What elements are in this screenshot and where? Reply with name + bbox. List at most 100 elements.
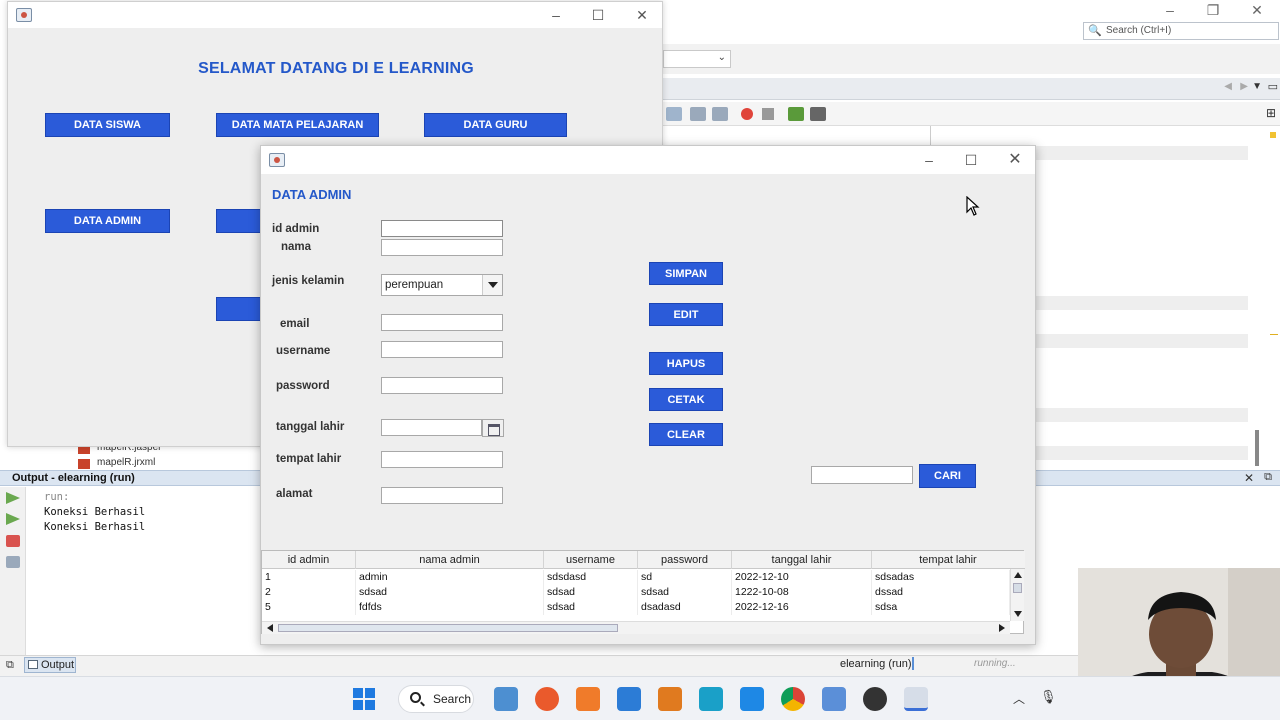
alamat-field[interactable] bbox=[381, 487, 503, 504]
column-header[interactable]: tanggal lahir bbox=[732, 551, 872, 569]
output-gutter bbox=[0, 487, 26, 655]
taskbar-app-obs-icon[interactable] bbox=[863, 687, 887, 711]
taskbar-app-xampp-icon[interactable] bbox=[576, 687, 600, 711]
simpan-button[interactable]: SIMPAN bbox=[649, 262, 723, 285]
calendar-icon[interactable] bbox=[482, 419, 504, 437]
column-header[interactable]: id admin bbox=[262, 551, 356, 569]
minimize-icon[interactable]: – bbox=[911, 146, 947, 174]
split-editor-icon[interactable]: ⊞ bbox=[1266, 106, 1276, 120]
column-header[interactable]: password bbox=[638, 551, 732, 569]
taskbar-app-snipping-icon[interactable] bbox=[494, 687, 518, 711]
maximize-editor-icon[interactable]: ▭ bbox=[1268, 80, 1278, 93]
taskbar-app-sublime-icon[interactable] bbox=[658, 687, 682, 711]
rerun-with-args-icon[interactable] bbox=[6, 513, 20, 525]
ide-minimize-icon[interactable]: – bbox=[1155, 2, 1185, 18]
main-window-titlebar[interactable]: – ☐ ✕ bbox=[8, 2, 662, 28]
clear-button[interactable]: CLEAR bbox=[649, 423, 723, 446]
table-vertical-scrollbar[interactable] bbox=[1010, 569, 1024, 621]
tree-item[interactable]: mapelR.jrxml bbox=[97, 457, 155, 468]
taskbar-search-button[interactable]: Search bbox=[398, 685, 474, 713]
toolbar-next-icon[interactable] bbox=[712, 107, 728, 121]
restore-panel-icon[interactable]: ⧉ bbox=[1264, 471, 1272, 484]
ide-close-icon[interactable]: ✕ bbox=[1242, 2, 1272, 19]
taskbar-app-pen-icon[interactable] bbox=[535, 687, 559, 711]
windows-taskbar: Search ︿ 🎙 bbox=[0, 676, 1280, 720]
dropdown-arrow-icon[interactable] bbox=[482, 275, 502, 295]
scroll-right-icon[interactable] bbox=[999, 624, 1005, 632]
toolbar-find-icon[interactable] bbox=[666, 107, 682, 121]
editor-scrollbar[interactable] bbox=[1255, 430, 1259, 466]
label-password: password bbox=[276, 380, 330, 392]
taskbar-app-virtualbox-icon[interactable] bbox=[822, 687, 846, 711]
close-icon[interactable]: ✕ bbox=[624, 2, 660, 28]
tray-chevron-up-icon[interactable]: ︿ bbox=[1013, 690, 1025, 707]
microphone-icon[interactable]: 🎙 bbox=[1040, 689, 1057, 705]
column-header[interactable]: tempat lahir bbox=[872, 551, 1024, 569]
table-row[interactable]: 2 sdsad sdsad sdsad 1222-10-08 dssad bbox=[262, 585, 1010, 600]
tab-scroll-right-icon[interactable]: ▶ bbox=[1240, 81, 1248, 92]
minimize-icon[interactable]: – bbox=[538, 2, 574, 28]
table-cell: 5 bbox=[262, 600, 356, 615]
ide-search-input[interactable]: 🔍 Search (Ctrl+I) bbox=[1083, 22, 1279, 40]
settings-icon[interactable] bbox=[6, 556, 20, 568]
stop-icon[interactable] bbox=[6, 535, 20, 547]
data-admin-button[interactable]: DATA ADMIN bbox=[45, 209, 170, 233]
maximize-icon[interactable]: ☐ bbox=[953, 146, 989, 174]
close-icon[interactable]: ✕ bbox=[997, 146, 1033, 174]
data-siswa-button[interactable]: DATA SISWA bbox=[45, 113, 170, 137]
table-horizontal-scrollbar[interactable] bbox=[262, 621, 1010, 634]
scroll-left-icon[interactable] bbox=[267, 624, 273, 632]
taskbar-app-vscode-icon[interactable] bbox=[740, 687, 764, 711]
ide-restore-icon[interactable]: ❐ bbox=[1198, 2, 1228, 19]
edit-button[interactable]: EDIT bbox=[649, 303, 723, 326]
label-tempat-lahir: tempat lahir bbox=[276, 453, 342, 465]
maximize-icon[interactable]: ☐ bbox=[580, 2, 616, 28]
taskbar-app-java-icon[interactable] bbox=[904, 687, 928, 711]
id-admin-field[interactable] bbox=[381, 220, 503, 237]
tanggal-lahir-field[interactable] bbox=[381, 419, 482, 436]
output-line: Koneksi Berhasil bbox=[44, 506, 146, 518]
jenis-kelamin-select[interactable]: perempuan bbox=[381, 274, 503, 296]
cari-button[interactable]: CARI bbox=[919, 464, 976, 488]
record-icon[interactable] bbox=[741, 108, 753, 120]
taskbar-app-display-icon[interactable] bbox=[699, 687, 723, 711]
username-field[interactable] bbox=[381, 341, 503, 358]
label-alamat: alamat bbox=[276, 488, 313, 500]
table-row[interactable]: 5 fdfds sdsad dsadasd 2022-12-16 sdsa bbox=[262, 600, 1010, 615]
data-guru-button[interactable]: DATA GURU bbox=[424, 113, 567, 137]
rerun-icon[interactable] bbox=[6, 492, 20, 504]
toolbar-comment-icon[interactable] bbox=[810, 107, 826, 121]
restore-windows-icon[interactable]: ⧉ bbox=[6, 659, 14, 672]
admin-window-titlebar[interactable]: – ☐ ✕ bbox=[261, 146, 1035, 174]
email-field[interactable] bbox=[381, 314, 503, 331]
password-field[interactable] bbox=[381, 377, 503, 394]
tab-list-icon[interactable]: ▼ bbox=[1252, 81, 1262, 92]
toolbar-check-icon[interactable] bbox=[788, 107, 804, 121]
taskbar-app-notepad-icon[interactable] bbox=[617, 687, 641, 711]
table-row[interactable]: 1 admin sdsdasd sd 2022-12-10 sdsadas bbox=[262, 570, 1010, 585]
column-header[interactable]: username bbox=[544, 551, 638, 569]
close-icon[interactable]: ✕ bbox=[1244, 471, 1254, 485]
tempat-lahir-field[interactable] bbox=[381, 451, 503, 468]
column-header[interactable]: nama admin bbox=[356, 551, 544, 569]
table-cell: dsadasd bbox=[638, 600, 732, 615]
cari-field[interactable] bbox=[811, 466, 913, 484]
editor-line-highlight bbox=[1032, 446, 1248, 460]
table-cell: sdsdasd bbox=[544, 570, 638, 585]
nama-field[interactable] bbox=[381, 239, 503, 256]
taskbar-app-chrome-icon[interactable] bbox=[781, 687, 805, 711]
ide-config-combo[interactable]: ⌄ bbox=[663, 50, 731, 68]
scroll-thumb[interactable] bbox=[1013, 583, 1022, 593]
data-mata-pelajaran-button[interactable]: DATA MATA PELAJARAN bbox=[216, 113, 379, 137]
toolbar-prev-icon[interactable] bbox=[690, 107, 706, 121]
output-tab[interactable]: Output bbox=[24, 657, 76, 673]
scroll-down-icon[interactable] bbox=[1014, 611, 1022, 617]
hapus-button[interactable]: HAPUS bbox=[649, 352, 723, 375]
scroll-up-icon[interactable] bbox=[1014, 572, 1022, 578]
stop-icon[interactable] bbox=[762, 108, 774, 120]
cetak-button[interactable]: CETAK bbox=[649, 388, 723, 411]
scroll-thumb[interactable] bbox=[278, 624, 618, 632]
start-button[interactable] bbox=[352, 687, 376, 711]
table-cell: dssad bbox=[872, 585, 1010, 600]
tab-scroll-left-icon[interactable]: ◀ bbox=[1224, 81, 1232, 92]
